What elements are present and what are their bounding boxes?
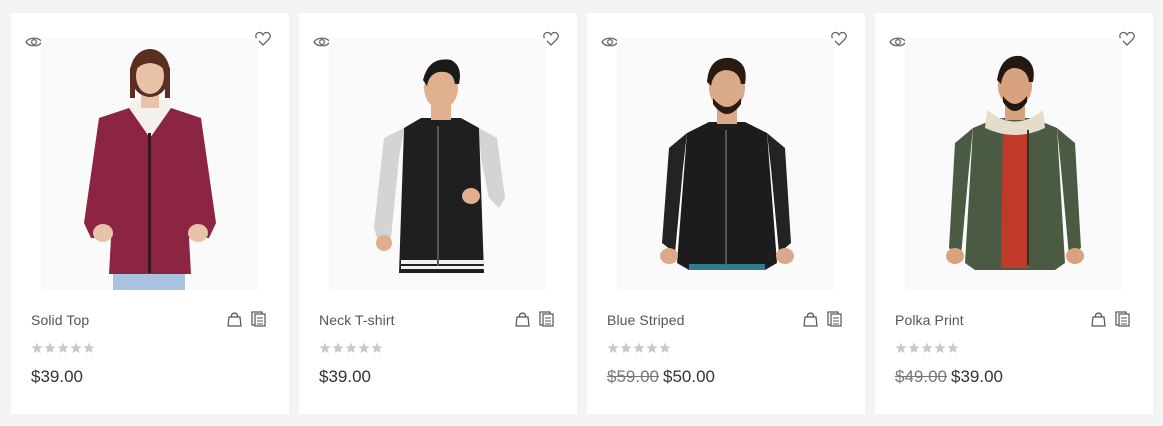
star-icon — [371, 342, 383, 353]
compare-icon[interactable] — [827, 311, 842, 327]
star-icon — [659, 342, 671, 353]
shopping-bag-icon[interactable] — [803, 311, 818, 327]
current-price: $39.00 — [31, 367, 83, 386]
rating-stars — [607, 342, 671, 354]
product-title[interactable]: Solid Top — [31, 312, 89, 328]
compare-icon[interactable] — [1115, 311, 1130, 327]
product-price: $39.00 — [31, 367, 83, 387]
shopping-bag-icon[interactable] — [1091, 311, 1106, 327]
star-icon — [934, 342, 946, 353]
product-card[interactable]: Neck T-shirt $39.00 — [299, 13, 577, 414]
compare-icon[interactable] — [539, 311, 554, 327]
current-price: $50.00 — [663, 367, 715, 386]
old-price: $59.00 — [607, 367, 659, 386]
star-icon — [31, 342, 43, 353]
product-title[interactable]: Blue Striped — [607, 312, 684, 328]
star-icon — [908, 342, 920, 353]
product-grid: Solid Top $39.00 Neck T-shirt $39.00 Blu… — [11, 13, 1153, 414]
star-icon — [607, 342, 619, 353]
product-card[interactable]: Polka Print $49.00 $39.00 — [875, 13, 1153, 414]
product-price: $49.00 $39.00 — [895, 367, 1003, 387]
product-image[interactable] — [617, 38, 835, 290]
compare-icon[interactable] — [251, 311, 266, 327]
man-varsity-jacket-image — [374, 59, 505, 273]
current-price: $39.00 — [319, 367, 371, 386]
product-title[interactable]: Neck T-shirt — [319, 312, 395, 328]
star-icon — [332, 342, 344, 353]
rating-stars — [31, 342, 95, 354]
product-actions — [1091, 311, 1130, 327]
old-price: $49.00 — [895, 367, 947, 386]
star-icon — [895, 342, 907, 353]
star-icon — [620, 342, 632, 353]
product-price: $39.00 — [319, 367, 371, 387]
man-green-jacket-image — [946, 55, 1084, 270]
star-icon — [921, 342, 933, 353]
star-icon — [646, 342, 658, 353]
product-image[interactable] — [41, 38, 259, 290]
star-icon — [57, 342, 69, 353]
star-icon — [83, 342, 95, 353]
star-icon — [345, 342, 357, 353]
man-leather-jacket-image — [660, 57, 794, 270]
product-actions — [227, 311, 266, 327]
product-title[interactable]: Polka Print — [895, 312, 964, 328]
star-icon — [633, 342, 645, 353]
shopping-bag-icon[interactable] — [515, 311, 530, 327]
star-icon — [319, 342, 331, 353]
woman-burgundy-hoodie-image — [84, 49, 216, 290]
product-image[interactable] — [329, 38, 547, 290]
product-price: $59.00 $50.00 — [607, 367, 715, 387]
current-price: $39.00 — [951, 367, 1003, 386]
product-card[interactable]: Blue Striped $59.00 $50.00 — [587, 13, 865, 414]
product-actions — [803, 311, 842, 327]
product-image[interactable] — [905, 38, 1123, 290]
product-card[interactable]: Solid Top $39.00 — [11, 13, 289, 414]
rating-stars — [895, 342, 959, 354]
product-actions — [515, 311, 554, 327]
star-icon — [44, 342, 56, 353]
star-icon — [947, 342, 959, 353]
star-icon — [358, 342, 370, 353]
star-icon — [70, 342, 82, 353]
rating-stars — [319, 342, 383, 354]
shopping-bag-icon[interactable] — [227, 311, 242, 327]
